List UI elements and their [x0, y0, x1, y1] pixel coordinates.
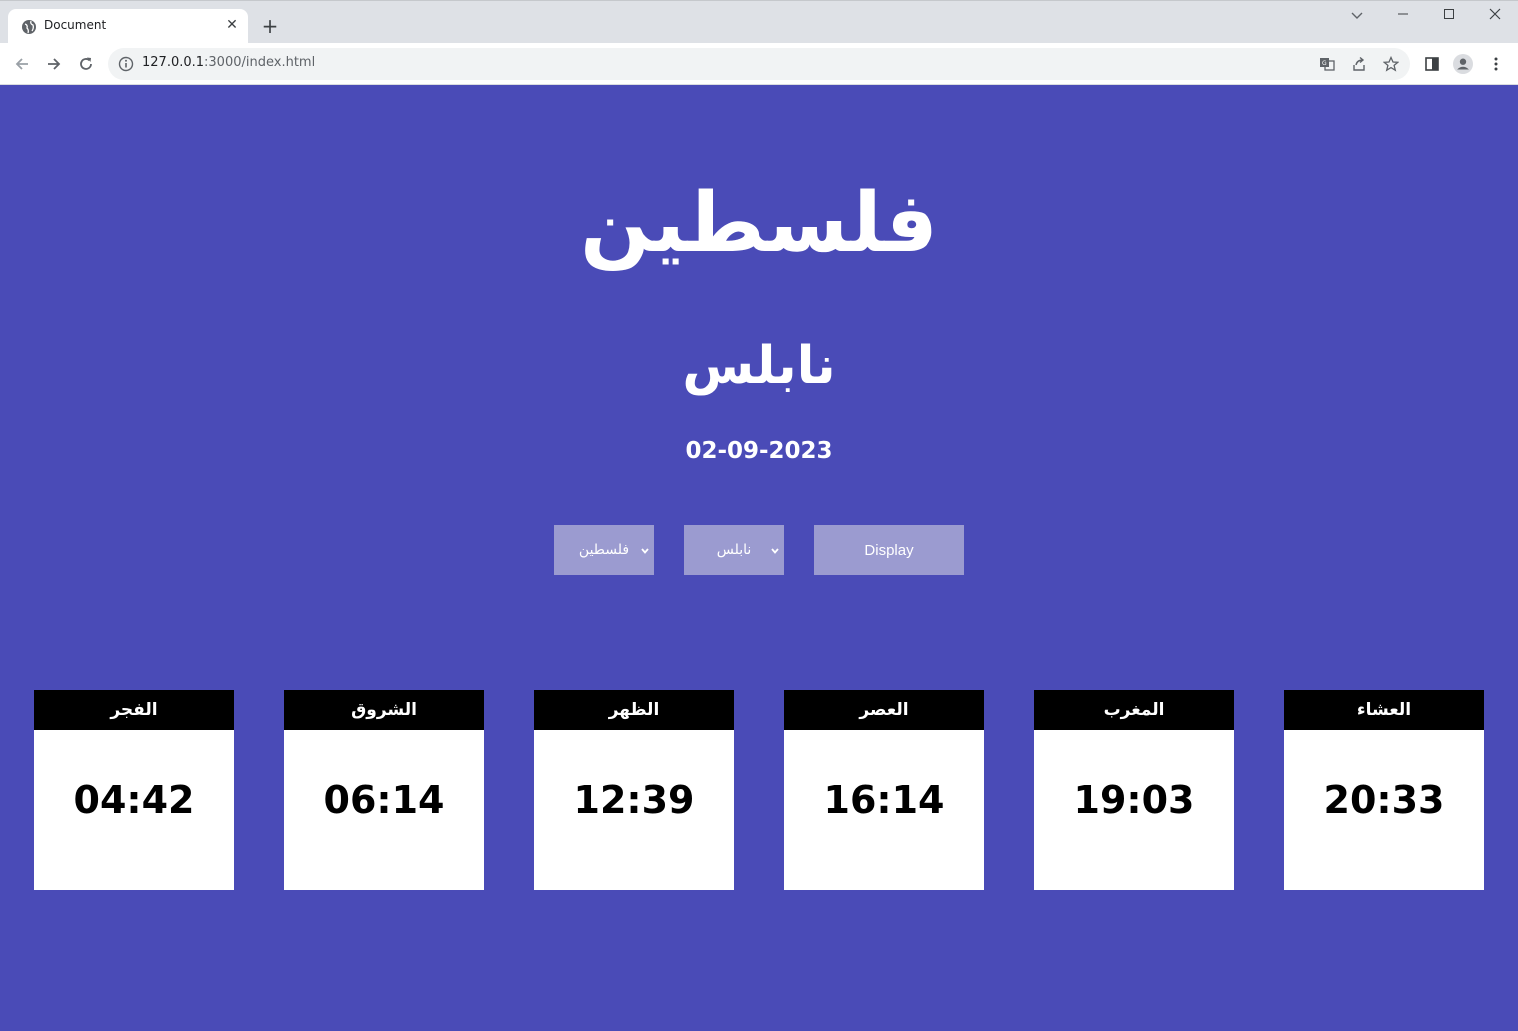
- translate-icon[interactable]: G: [1318, 55, 1336, 73]
- forward-icon[interactable]: [41, 51, 67, 77]
- close-window-icon[interactable]: [1483, 7, 1507, 27]
- country-select-value: فلسطين: [578, 542, 630, 558]
- maximize-icon[interactable]: [1437, 7, 1461, 27]
- chevron-down-icon: [640, 544, 650, 554]
- browser-tab[interactable]: Document ✕: [8, 9, 248, 44]
- bookmark-star-icon[interactable]: [1382, 55, 1400, 73]
- tab-title: Document: [44, 18, 107, 32]
- page-content: فلسطين نابلس 02-09-2023 فلسطين نابلس Dis…: [0, 86, 1518, 1031]
- prayer-name: العصر: [784, 690, 984, 730]
- display-button[interactable]: Display: [814, 525, 964, 575]
- city-select-value: نابلس: [716, 542, 752, 558]
- site-info-icon[interactable]: [118, 56, 134, 72]
- share-icon[interactable]: [1350, 55, 1368, 73]
- browser-toolbar: 127.0.0.1:3000/index.html G: [0, 43, 1518, 85]
- prayer-time: 12:39: [573, 778, 695, 822]
- city-select[interactable]: نابلس: [684, 525, 784, 575]
- prayer-name: المغرب: [1034, 690, 1234, 730]
- back-icon[interactable]: [9, 51, 35, 77]
- url-text: 127.0.0.1:3000/index.html: [142, 55, 315, 70]
- close-tab-icon[interactable]: ✕: [224, 17, 240, 33]
- svg-text:G: G: [1322, 60, 1327, 67]
- new-tab-button[interactable]: +: [258, 15, 282, 39]
- prayer-time: 04:42: [73, 778, 195, 822]
- prayer-time: 06:14: [323, 778, 445, 822]
- date-label: 02-09-2023: [685, 438, 833, 464]
- url-path: :3000/index.html: [204, 55, 316, 70]
- reload-icon[interactable]: [73, 51, 99, 77]
- prayer-name: الفجر: [34, 690, 234, 730]
- country-title: فلسطين: [580, 176, 938, 271]
- side-panel-icon[interactable]: [1422, 54, 1442, 74]
- city-title: نابلس: [682, 336, 836, 396]
- prayer-time: 19:03: [1073, 778, 1195, 822]
- prayer-name: الظهر: [534, 690, 734, 730]
- country-select[interactable]: فلسطين: [554, 525, 654, 575]
- minimize-icon[interactable]: [1391, 7, 1415, 27]
- prayer-time: 16:14: [823, 778, 945, 822]
- prayer-card-sunrise: الشروق 06:14: [284, 690, 484, 890]
- prayer-card-asr: العصر 16:14: [784, 690, 984, 890]
- prayer-name: الشروق: [284, 690, 484, 730]
- chevron-down-icon: [770, 544, 780, 554]
- prayer-card-dhuhr: الظهر 12:39: [534, 690, 734, 890]
- prayer-name: العشاء: [1284, 690, 1484, 730]
- url-host: 127.0.0.1: [142, 55, 205, 70]
- profile-avatar-icon[interactable]: [1453, 54, 1473, 74]
- prayer-time: 20:33: [1323, 778, 1445, 822]
- address-bar[interactable]: 127.0.0.1:3000/index.html G: [108, 48, 1410, 80]
- tab-strip: Document ✕ +: [0, 0, 1518, 44]
- globe-icon: [21, 19, 37, 35]
- prayer-card-isha: العشاء 20:33: [1284, 690, 1484, 890]
- menu-dots-icon[interactable]: [1486, 54, 1506, 74]
- prayer-card-fajr: الفجر 04:42: [34, 690, 234, 890]
- prayer-card-maghrib: المغرب 19:03: [1034, 690, 1234, 890]
- tab-search-icon[interactable]: [1345, 7, 1369, 27]
